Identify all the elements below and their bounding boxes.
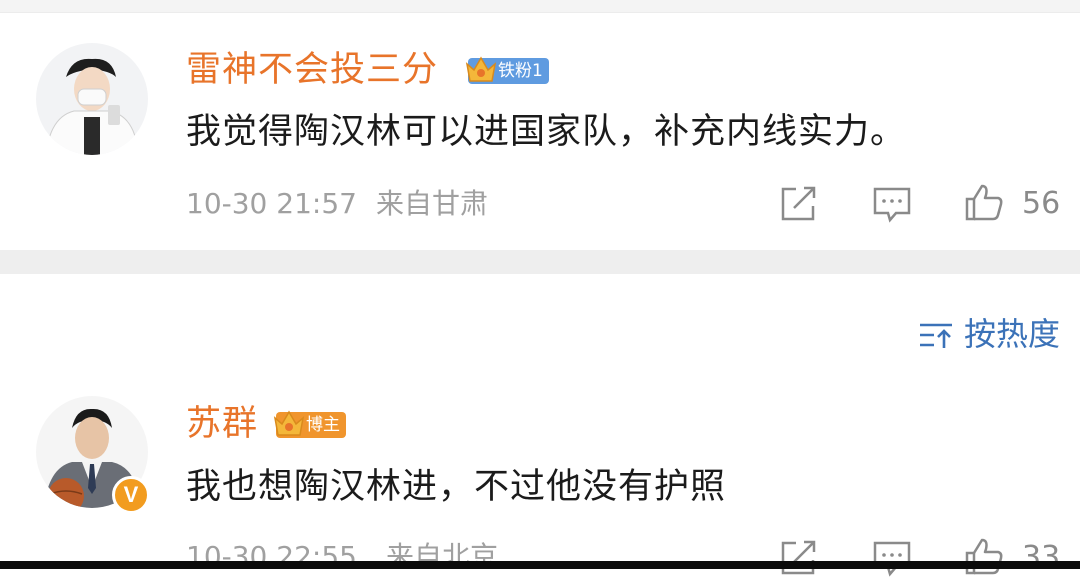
username[interactable]: 雷神不会投三分	[186, 48, 438, 92]
like-count: 33	[1022, 540, 1061, 575]
section-divider	[0, 250, 1080, 274]
crown-icon	[273, 410, 305, 436]
like-count: 56	[1022, 186, 1061, 221]
blogger-badge[interactable]: 博主	[273, 410, 346, 438]
top-divider	[0, 0, 1080, 13]
username[interactable]: 苏群	[186, 402, 258, 446]
sort-label: 按热度	[964, 315, 1061, 353]
comment-time: 10-30 21:57	[186, 187, 357, 220]
comment-location: 来自北京	[386, 540, 499, 573]
comment-icon[interactable]	[872, 184, 912, 224]
comment-location: 来自甘肃	[376, 187, 489, 220]
comment-icon[interactable]	[872, 538, 912, 578]
comment-time: 10-30 22:55	[186, 540, 357, 573]
badge-label: 博主	[306, 415, 340, 435]
fan-badge[interactable]: 铁粉1	[465, 56, 549, 84]
comment-text: 我觉得陶汉林可以进国家队，补充内线实力。	[186, 112, 907, 152]
verified-badge: V	[112, 476, 150, 514]
share-icon[interactable]	[778, 538, 818, 578]
thumbs-up-icon[interactable]	[964, 182, 1004, 222]
comment-text: 我也想陶汉林进，不过他没有护照	[186, 467, 727, 507]
share-icon[interactable]	[778, 184, 818, 224]
avatar[interactable]	[36, 43, 148, 155]
thumbs-up-icon[interactable]	[964, 536, 1004, 576]
crown-icon	[465, 56, 497, 82]
badge-label: 铁粉1	[498, 61, 543, 81]
bottom-edge	[0, 561, 1080, 569]
sort-icon	[920, 323, 952, 348]
